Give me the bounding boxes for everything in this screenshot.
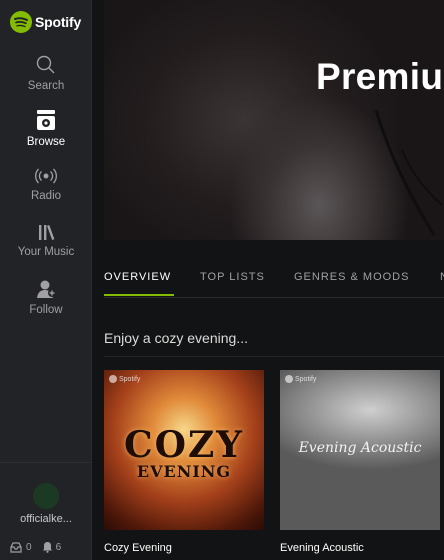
- section-divider: [104, 356, 444, 357]
- section-title: Enjoy a cozy evening...: [104, 330, 248, 346]
- notification-count: 0: [26, 541, 32, 553]
- spotify-logo-icon: [10, 11, 32, 33]
- sidebar-item-your-music[interactable]: Your Music: [0, 222, 92, 258]
- sidebar-item-follow[interactable]: Follow: [0, 278, 92, 316]
- spotify-badge-icon: [109, 375, 117, 383]
- spotify-badge: Spotify: [109, 375, 140, 383]
- playlist-card-cozy-evening[interactable]: Spotify COZY EVENING Cozy Evening: [104, 370, 264, 554]
- art-text-evening: EVENING: [136, 462, 232, 481]
- sidebar-item-label: Browse: [26, 136, 66, 148]
- search-icon: [36, 55, 55, 74]
- playlist-art[interactable]: Spotify Evening Acoustic: [280, 370, 440, 530]
- spotify-logo[interactable]: Spotify: [10, 10, 81, 34]
- user-counters: 0 6: [10, 541, 71, 553]
- sidebar-item-label: Search: [27, 80, 65, 92]
- earphone-cable-graphic: [374, 110, 443, 236]
- playlist-art[interactable]: Spotify COZY EVENING: [104, 370, 264, 530]
- logo-text: Spotify: [35, 14, 82, 30]
- hero-banner[interactable]: Premiu: [104, 0, 444, 240]
- playlist-title[interactable]: Evening Acoustic: [280, 542, 440, 554]
- your-music-icon: [39, 225, 55, 240]
- main-content: Premiu OVERVIEW TOP LISTS GENRES & MOODS…: [92, 0, 444, 560]
- badge-label: Spotify: [295, 375, 317, 383]
- sidebar-item-radio[interactable]: Radio: [0, 166, 92, 202]
- follow-icon: [37, 280, 56, 298]
- sidebar-item-label: Your Music: [17, 246, 75, 258]
- follower-count: 6: [55, 541, 62, 553]
- browse-icon: [37, 110, 55, 130]
- sidebar-item-label: Follow: [29, 304, 63, 316]
- sidebar: Spotify Search Browse Radio Your Music F…: [0, 0, 92, 560]
- username[interactable]: officialke...: [0, 513, 92, 525]
- art-text-cozy: COZY: [124, 424, 244, 466]
- art-text-evening-acoustic: Evening Acoustic: [298, 440, 422, 456]
- tab-overview[interactable]: OVERVIEW: [104, 271, 171, 283]
- browse-tabs: OVERVIEW TOP LISTS GENRES & MOODS N: [104, 258, 444, 298]
- playlist-card-evening-acoustic[interactable]: Spotify Evening Acoustic Evening Acousti…: [280, 370, 440, 554]
- spotify-badge: Spotify: [285, 375, 316, 383]
- sidebar-item-browse[interactable]: Browse: [0, 108, 92, 148]
- active-tab-indicator: [104, 294, 174, 296]
- bell-icon[interactable]: [42, 541, 53, 553]
- radio-icon: [34, 168, 58, 184]
- spotify-badge-icon: [285, 375, 293, 383]
- user-area: officialke... 0 6: [0, 462, 92, 560]
- hero-title: Premiu: [316, 56, 444, 97]
- tab-next-partial[interactable]: N: [440, 271, 444, 283]
- avatar[interactable]: [33, 483, 59, 509]
- tab-top-lists[interactable]: TOP LISTS: [200, 271, 265, 283]
- sidebar-item-search[interactable]: Search: [0, 54, 92, 92]
- sidebar-item-label: Radio: [30, 190, 62, 202]
- inbox-icon[interactable]: [10, 541, 22, 553]
- playlist-title[interactable]: Cozy Evening: [104, 542, 264, 554]
- badge-label: Spotify: [119, 375, 141, 383]
- tab-genres-moods[interactable]: GENRES & MOODS: [294, 271, 409, 283]
